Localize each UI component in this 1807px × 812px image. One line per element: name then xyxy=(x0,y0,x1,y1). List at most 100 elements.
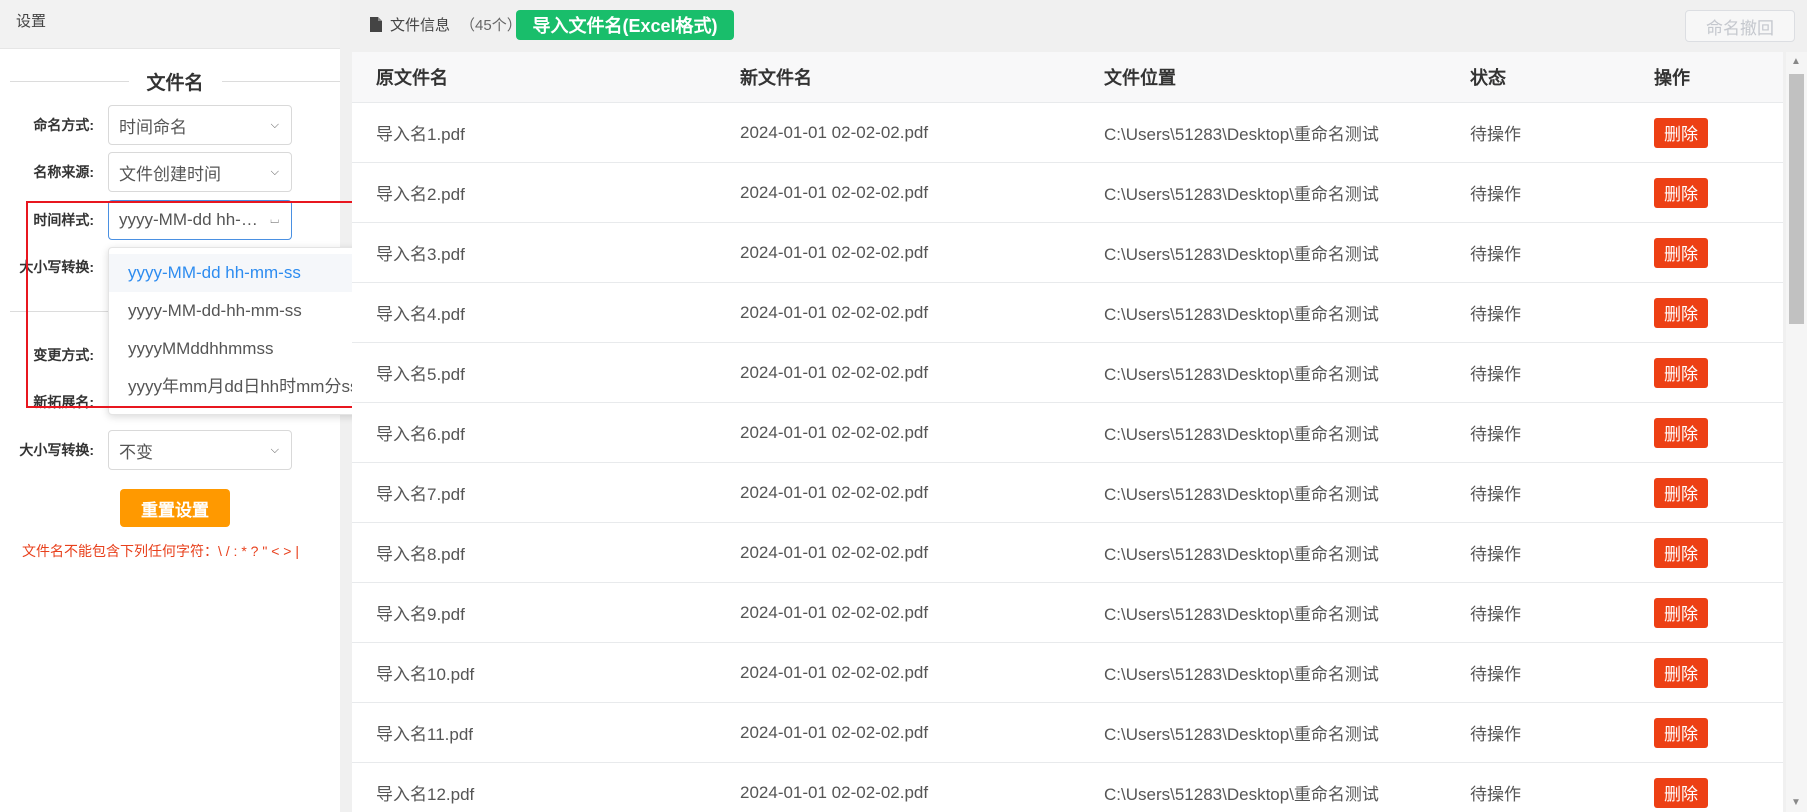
reset-settings-button[interactable]: 重置设置 xyxy=(120,489,230,527)
filename-warning: 文件名不能包含下列任何字符：\ / : * ? " < > | xyxy=(22,543,299,559)
import-excel-button[interactable]: 导入文件名(Excel格式) xyxy=(516,10,734,40)
table-row: 导入名11.pdf 2024-01-01 02-02-02.pdf C:\Users… xyxy=(352,703,1783,763)
header-new-name: 新文件名 xyxy=(740,68,812,88)
delete-button[interactable]: 删除 xyxy=(1654,597,1708,628)
file-table: 原文件名 新文件名 文件位置 状态 操作 导入名1.pdf 2024-01-01 … xyxy=(352,52,1783,812)
new-name-cell: 2024-01-01 02-02-02.pdf xyxy=(740,422,929,442)
scroll-down-icon[interactable]: ▼ xyxy=(1791,797,1801,808)
delete-button[interactable]: 删除 xyxy=(1654,297,1708,328)
naming-method-row: 命名方式: 时间命名 ⌵ xyxy=(0,104,340,146)
original-name-cell: 导入名2.pdf xyxy=(376,185,465,204)
original-name-cell: 导入名7.pdf xyxy=(376,485,465,504)
name-source-label: 名称来源: xyxy=(33,164,94,180)
new-name-cell: 2024-01-01 02-02-02.pdf xyxy=(740,602,929,622)
new-name-cell: 2024-01-01 02-02-02.pdf xyxy=(740,722,929,742)
status-cell: 待操作 xyxy=(1470,785,1521,804)
file-count: （45个） xyxy=(460,17,522,34)
new-name-cell: 2024-01-01 02-02-02.pdf xyxy=(740,362,929,382)
file-panel: 文件信息 （45个） 导入文件名(Excel格式) 命名撤回 原文件名 新文件名… xyxy=(352,0,1807,812)
scroll-up-icon[interactable]: ▲ xyxy=(1791,56,1801,67)
original-name-cell: 导入名5.pdf xyxy=(376,365,465,384)
name-source-select[interactable]: 文件创建时间 ⌵ xyxy=(108,152,292,192)
name-source-value: 文件创建时间 xyxy=(119,164,221,184)
scrollbar-thumb[interactable] xyxy=(1789,74,1804,324)
divider-line xyxy=(221,80,341,82)
status-cell: 待操作 xyxy=(1470,365,1521,384)
file-info: 文件信息 （45个） xyxy=(370,14,522,35)
new-name-cell: 2024-01-01 02-02-02.pdf xyxy=(740,182,929,202)
delete-button[interactable]: 删除 xyxy=(1654,477,1708,508)
table-row: 导入名8.pdf 2024-01-01 02-02-02.pdf C:\Users\… xyxy=(352,523,1783,583)
table-row: 导入名7.pdf 2024-01-01 02-02-02.pdf C:\Users\… xyxy=(352,463,1783,523)
action-cell: 删除 xyxy=(1630,237,1783,268)
chevron-down-icon: ⌵ xyxy=(270,443,279,456)
vertical-scrollbar[interactable]: ▲ ▼ xyxy=(1786,52,1807,812)
action-cell: 删除 xyxy=(1630,297,1783,328)
delete-button[interactable]: 删除 xyxy=(1654,717,1708,748)
naming-method-select[interactable]: 时间命名 ⌵ xyxy=(108,105,292,145)
delete-button[interactable]: 删除 xyxy=(1654,657,1708,688)
table-row: 导入名12.pdf 2024-01-01 02-02-02.pdf C:\Users… xyxy=(352,763,1783,812)
delete-button[interactable]: 删除 xyxy=(1654,357,1708,388)
header-original-name: 原文件名 xyxy=(376,68,448,88)
delete-button[interactable]: 删除 xyxy=(1654,117,1708,148)
location-cell: C:\Users\51283\Desktop\重命名测试 xyxy=(1104,185,1379,204)
undo-rename-button[interactable]: 命名撤回 xyxy=(1685,10,1795,42)
status-cell: 待操作 xyxy=(1470,725,1521,744)
new-name-cell: 2024-01-01 02-02-02.pdf xyxy=(740,302,929,322)
location-cell: C:\Users\51283\Desktop\重命名测试 xyxy=(1104,425,1379,444)
table-row: 导入名3.pdf 2024-01-01 02-02-02.pdf C:\Users\… xyxy=(352,223,1783,283)
location-cell: C:\Users\51283\Desktop\重命名测试 xyxy=(1104,125,1379,144)
status-cell: 待操作 xyxy=(1470,245,1521,264)
location-cell: C:\Users\51283\Desktop\重命名测试 xyxy=(1104,485,1379,504)
original-name-cell: 导入名1.pdf xyxy=(376,125,465,144)
delete-button[interactable]: 删除 xyxy=(1654,417,1708,448)
time-format-select[interactable]: yyyy-MM-dd hh-mm-ss ⌴ xyxy=(108,200,292,240)
delete-button[interactable]: 删除 xyxy=(1654,777,1708,808)
ext-case-conversion-row: 大小写转换: 不变 ⌵ xyxy=(0,429,340,471)
file-icon xyxy=(370,17,382,32)
header-status: 状态 xyxy=(1470,68,1506,88)
location-cell: C:\Users\51283\Desktop\重命名测试 xyxy=(1104,725,1379,744)
new-name-cell: 2024-01-01 02-02-02.pdf xyxy=(740,242,929,262)
header-action: 操作 xyxy=(1654,68,1690,88)
original-name-cell: 导入名8.pdf xyxy=(376,545,465,564)
time-format-value: yyyy-MM-dd hh-mm-ss xyxy=(119,210,265,229)
section-title-text: 文件名 xyxy=(146,72,204,94)
new-name-cell: 2024-01-01 02-02-02.pdf xyxy=(740,662,929,682)
location-cell: C:\Users\51283\Desktop\重命名测试 xyxy=(1104,365,1379,384)
original-name-cell: 导入名12.pdf xyxy=(376,785,475,804)
table-row: 导入名10.pdf 2024-01-01 02-02-02.pdf C:\Users… xyxy=(352,643,1783,703)
chevron-up-icon: ⌴ xyxy=(270,213,279,226)
new-name-cell: 2024-01-01 02-02-02.pdf xyxy=(740,782,929,802)
change-method-label: 变更方式: xyxy=(33,347,94,363)
delete-button[interactable]: 删除 xyxy=(1654,237,1708,268)
action-cell: 删除 xyxy=(1630,357,1783,388)
location-cell: C:\Users\51283\Desktop\重命名测试 xyxy=(1104,785,1379,804)
original-name-cell: 导入名10.pdf xyxy=(376,665,475,684)
delete-button[interactable]: 删除 xyxy=(1654,537,1708,568)
new-name-cell: 2024-01-01 02-02-02.pdf xyxy=(740,542,929,562)
time-format-row: 时间样式: yyyy-MM-dd hh-mm-ss ⌴ xyxy=(0,199,340,241)
table-row: 导入名9.pdf 2024-01-01 02-02-02.pdf C:\Users\… xyxy=(352,583,1783,643)
original-name-cell: 导入名11.pdf xyxy=(376,725,474,744)
action-cell: 删除 xyxy=(1630,657,1783,688)
location-cell: C:\Users\51283\Desktop\重命名测试 xyxy=(1104,665,1379,684)
action-cell: 删除 xyxy=(1630,597,1783,628)
new-name-cell: 2024-01-01 02-02-02.pdf xyxy=(740,482,929,502)
delete-button[interactable]: 删除 xyxy=(1654,177,1708,208)
location-cell: C:\Users\51283\Desktop\重命名测试 xyxy=(1104,605,1379,624)
ext-case-conversion-select[interactable]: 不变 ⌵ xyxy=(108,430,292,470)
original-name-cell: 导入名6.pdf xyxy=(376,425,465,444)
status-cell: 待操作 xyxy=(1470,665,1521,684)
status-cell: 待操作 xyxy=(1470,485,1521,504)
filename-section-title: 文件名 xyxy=(10,66,341,96)
action-cell: 删除 xyxy=(1630,117,1783,148)
location-cell: C:\Users\51283\Desktop\重命名测试 xyxy=(1104,545,1379,564)
header-location: 文件位置 xyxy=(1104,68,1176,88)
original-name-cell: 导入名4.pdf xyxy=(376,305,465,324)
location-cell: C:\Users\51283\Desktop\重命名测试 xyxy=(1104,245,1379,264)
status-cell: 待操作 xyxy=(1470,185,1521,204)
file-info-label: 文件信息 xyxy=(390,17,451,34)
status-cell: 待操作 xyxy=(1470,605,1521,624)
